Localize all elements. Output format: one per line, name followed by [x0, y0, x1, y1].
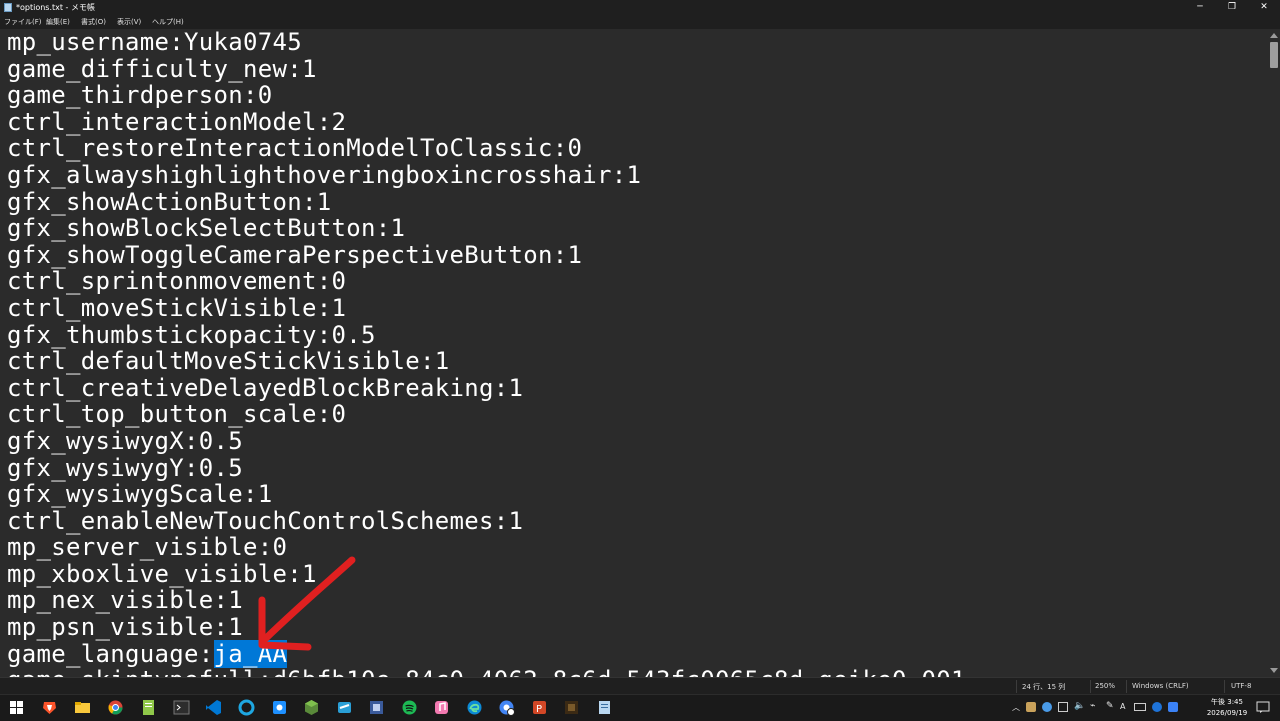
zoom-level: 250%: [1095, 682, 1116, 690]
text-line[interactable]: gfx_showToggleCameraPerspectiveButton:1: [7, 242, 1268, 269]
tray-blue-icon[interactable]: [1152, 702, 1162, 712]
text-line[interactable]: mp_username:Yuka0745: [7, 29, 1268, 56]
notepad-taskbar-icon[interactable]: [596, 699, 613, 716]
system-tray: ︿ 🔈 ⌁ ✎ A: [1008, 695, 1208, 721]
brave-browser-icon[interactable]: [41, 699, 58, 716]
edge-icon[interactable]: [466, 699, 483, 716]
line-ending: Windows (CRLF): [1132, 682, 1189, 690]
title-bar: *options.txt - メモ帳 ─ ❐ ✕: [0, 0, 1280, 15]
text-line[interactable]: game_difficulty_new:1: [7, 55, 1268, 83]
chrome-profile-icon[interactable]: [498, 699, 515, 716]
close-button[interactable]: ✕: [1248, 0, 1280, 15]
menu-file[interactable]: ファイル(F): [4, 17, 42, 27]
notification-icon[interactable]: [1256, 700, 1270, 714]
text-line[interactable]: ctrl_top_button_scale:0: [7, 401, 1268, 428]
keyboard-icon[interactable]: [1134, 703, 1146, 711]
text-line[interactable]: gfx_alwayshighlighthoveringboxincrosshai…: [7, 162, 1268, 189]
text-line[interactable]: gfx_wysiwygScale:1: [7, 481, 1268, 508]
app-blue-icon[interactable]: [336, 699, 353, 716]
app-ring-icon[interactable]: [238, 699, 255, 716]
menu-bar: ファイル(F) 編集(E) 書式(O) 表示(V) ヘルプ(H): [0, 15, 1280, 29]
encoding: UTF-8: [1231, 682, 1252, 690]
chevron-up-icon[interactable]: ︿: [1012, 702, 1020, 713]
tray-app-2-icon[interactable]: [1168, 702, 1178, 712]
minimize-button[interactable]: ─: [1184, 0, 1216, 15]
minecraft-icon[interactable]: [303, 699, 320, 716]
text-line[interactable]: ctrl_moveStickVisible:1: [7, 295, 1268, 322]
svg-text:P: P: [536, 704, 542, 715]
status-bar: 24 行、15 列 250% Windows (CRLF) UTF-8: [0, 677, 1280, 695]
selected-text[interactable]: ja_AA: [213, 639, 288, 668]
text-line[interactable]: mp_server_visible:0: [7, 534, 1268, 561]
text-line[interactable]: ctrl_interactionModel:2: [7, 109, 1268, 136]
restore-button[interactable]: ❐: [1216, 0, 1248, 15]
language-key[interactable]: game_language:: [7, 640, 214, 668]
text-line[interactable]: gfx_wysiwygY:0.5: [7, 454, 1268, 482]
minecraft-launcher-icon[interactable]: [563, 699, 580, 716]
text-line[interactable]: mp_psn_visible:1: [7, 614, 1268, 641]
text-line[interactable]: gfx_showActionButton:1: [7, 188, 1268, 216]
clock-time: 午後 3:45: [1211, 698, 1243, 706]
network-icon[interactable]: ⌁: [1090, 701, 1095, 711]
chrome-icon[interactable]: [107, 699, 124, 716]
onedrive-icon[interactable]: [1042, 702, 1052, 712]
file-explorer-icon[interactable]: [74, 699, 91, 716]
photos-icon[interactable]: [271, 699, 288, 716]
ime-mode[interactable]: A: [1120, 702, 1125, 711]
text-line[interactable]: ctrl_defaultMoveStickVisible:1: [7, 348, 1268, 375]
vertical-scrollbar[interactable]: [1268, 29, 1280, 677]
taskbar: P ︿ 🔈 ⌁ ✎ A 午後 3:45 2026/09/19: [0, 694, 1280, 721]
menu-help[interactable]: ヘルプ(H): [152, 17, 184, 27]
text-line[interactable]: gfx_showBlockSelectButton:1: [7, 215, 1268, 242]
pen-icon[interactable]: ✎: [1106, 701, 1114, 711]
windows-start-icon[interactable]: [8, 699, 25, 716]
text-line[interactable]: mp_nex_visible:1: [7, 587, 1268, 614]
menu-format[interactable]: 書式(O): [81, 17, 106, 27]
text-line[interactable]: ctrl_creativeDelayedBlockBreaking:1: [7, 375, 1268, 402]
notepad-icon: [4, 3, 12, 12]
settings-app-icon[interactable]: [368, 699, 385, 716]
window-title: *options.txt - メモ帳: [16, 3, 95, 12]
display-icon[interactable]: [1058, 702, 1068, 712]
selected-line[interactable]: game_language:ja_AA: [7, 639, 1268, 668]
text-line[interactable]: ctrl_restoreInteractionModelToClassic:0: [7, 135, 1268, 162]
text-line[interactable]: ctrl_sprintonmovement:0: [7, 268, 1268, 295]
text-editor[interactable]: mp_username:Yuka0745 game_difficulty_new:…: [0, 29, 1268, 677]
clock[interactable]: 午後 3:45 2026/09/19: [1204, 697, 1250, 719]
clock-date: 2026/09/19: [1206, 709, 1248, 717]
text-line[interactable]: game_thirdperson:0: [7, 82, 1268, 109]
scrollbar-thumb[interactable]: [1270, 42, 1278, 68]
text-line[interactable]: mp_xboxlive_visible:1: [7, 561, 1268, 588]
menu-edit[interactable]: 編集(E): [46, 17, 70, 27]
menu-view[interactable]: 表示(V): [117, 17, 141, 27]
tray-app-icon[interactable]: [1026, 702, 1036, 712]
text-line[interactable]: ctrl_enableNewTouchControlSchemes:1: [7, 508, 1268, 535]
vscode-icon[interactable]: [205, 699, 222, 716]
spotify-icon[interactable]: [401, 699, 418, 716]
scroll-down-arrow-icon[interactable]: [1270, 668, 1278, 673]
music-app-icon[interactable]: [433, 699, 450, 716]
cursor-position: 24 行、15 列: [1022, 683, 1066, 691]
notepad-plus-icon[interactable]: [140, 699, 157, 716]
text-line[interactable]: gfx_wysiwygX:0.5: [7, 428, 1268, 455]
terminal-icon[interactable]: [173, 699, 190, 716]
powerpoint-icon[interactable]: P: [531, 699, 548, 716]
text-line[interactable]: gfx_thumbstickopacity:0.5: [7, 321, 1268, 349]
scroll-up-arrow-icon[interactable]: [1270, 33, 1278, 38]
partial-text-line[interactable]: game_skintypefull:d6bfb10e-84c0-4062-8c6…: [7, 667, 1268, 677]
speaker-icon[interactable]: 🔈: [1074, 701, 1085, 711]
